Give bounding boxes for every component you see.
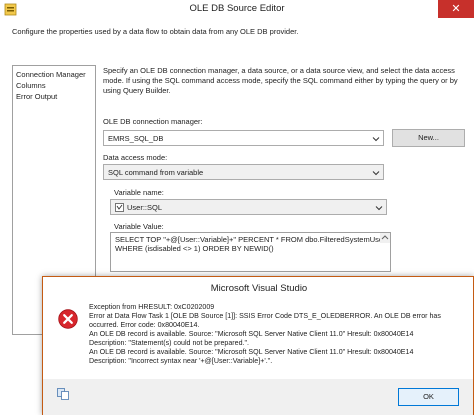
error-line: Error at Data Flow Task 1 [OLE DB Source… <box>89 312 441 320</box>
chevron-down-icon <box>375 206 383 211</box>
close-button[interactable]: ✕ <box>438 0 474 18</box>
connection-manager-value: EMRS_SQL_DB <box>108 134 164 143</box>
data-access-mode-combo[interactable]: SQL command from variable <box>103 164 384 180</box>
error-line: occurred. Error code: 0x80040E14. <box>89 321 200 329</box>
variable-name-value: User::SQL <box>127 203 163 212</box>
variable-name-combo[interactable]: User::SQL <box>110 199 387 215</box>
connection-manager-combo[interactable]: EMRS_SQL_DB <box>103 130 384 146</box>
chevron-down-icon <box>372 171 380 176</box>
error-line: An OLE DB record is available. Source: "… <box>89 348 414 356</box>
variable-name-label: Variable name: <box>114 188 164 197</box>
variable-icon <box>115 203 124 212</box>
close-icon: ✕ <box>451 3 461 15</box>
error-message: Exception from HRESULT: 0xC0202009 Error… <box>89 303 467 366</box>
chevron-down-icon <box>372 137 380 142</box>
variable-value-line: WHERE (isdisabled <> 1) ORDER BY NEWID() <box>115 244 274 253</box>
copy-icon[interactable] <box>57 388 70 400</box>
error-line: Description: "Statement(s) could not be … <box>89 339 249 347</box>
data-access-mode-value: SQL command from variable <box>108 168 204 177</box>
dialog-footer: OK <box>43 379 473 415</box>
variable-value-textbox[interactable]: SELECT TOP "+@[User::Variable]+" PERCENT… <box>110 232 391 272</box>
error-line: An OLE DB record is available. Source: "… <box>89 330 414 338</box>
data-access-mode-label: Data access mode: <box>103 153 168 162</box>
nav-item-connection-manager[interactable]: Connection Manager <box>16 70 86 79</box>
dialog-body: Exception from HRESULT: 0xC0202009 Error… <box>43 296 473 379</box>
nav-item-error-output[interactable]: Error Output <box>16 92 57 101</box>
scroll-up-icon[interactable] <box>380 233 390 243</box>
dialog-title: Microsoft Visual Studio <box>210 283 308 294</box>
new-connection-button[interactable]: New... <box>392 129 465 147</box>
error-line: Description: "Incorrect syntax near '+@[… <box>89 357 273 365</box>
error-dialog: Microsoft Visual Studio Exception from H… <box>42 276 474 415</box>
ok-button[interactable]: OK <box>398 388 459 406</box>
window-description: Configure the properties used by a data … <box>12 27 299 36</box>
window-title: OLE DB Source Editor <box>189 3 285 14</box>
nav-item-columns[interactable]: Columns <box>16 81 46 90</box>
variable-value-line: SELECT TOP "+@[User::Variable]+" PERCENT… <box>115 235 386 244</box>
error-icon <box>58 309 78 329</box>
instructions-text: Specify an OLE DB connection manager, a … <box>103 66 458 95</box>
title-bar: OLE DB Source Editor ✕ <box>0 0 474 19</box>
connection-manager-label: OLE DB connection manager: <box>103 117 203 126</box>
error-line: Exception from HRESULT: 0xC0202009 <box>89 303 215 311</box>
variable-value-label: Variable Value: <box>114 222 164 231</box>
